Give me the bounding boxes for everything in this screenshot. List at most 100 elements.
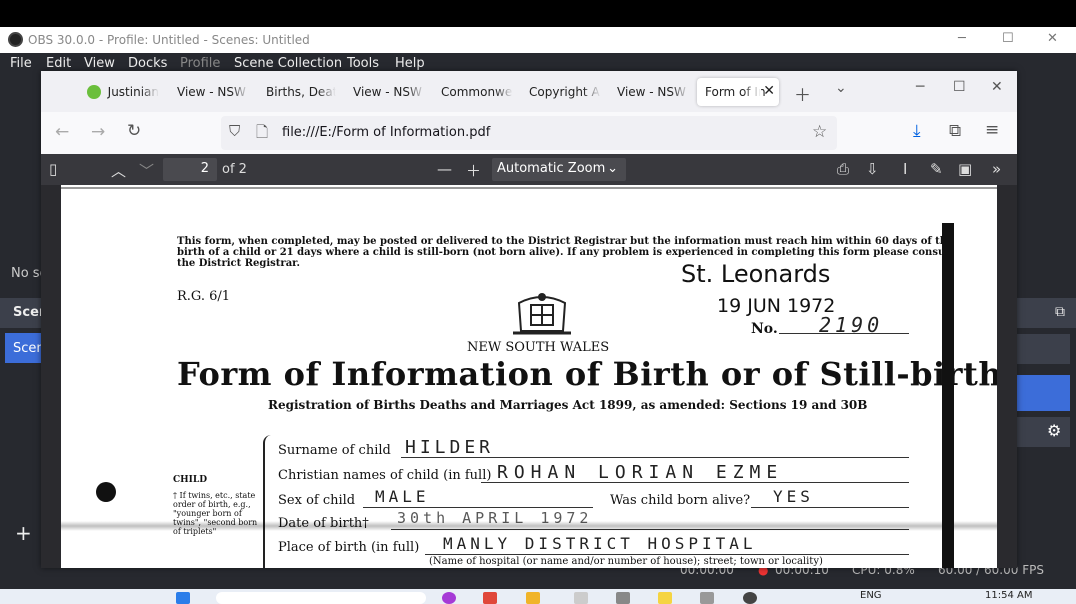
surname-label: Surname of child bbox=[278, 443, 391, 458]
start-icon[interactable] bbox=[176, 592, 190, 604]
clock[interactable]: 11:54 AM bbox=[985, 590, 1032, 601]
tools-menu-icon[interactable]: » bbox=[992, 160, 1001, 178]
app-icon[interactable] bbox=[442, 592, 456, 604]
registry-stamp-place: St. Leonards bbox=[681, 260, 831, 288]
app-icon[interactable] bbox=[658, 592, 672, 604]
notice-line: This form, when completed, may be posted… bbox=[177, 236, 954, 247]
surname-value: HILDER bbox=[405, 437, 495, 458]
pdf-toolbar: ▯ ︿ ﹀ 2 of 2 — ＋ Automatic Zoom ⌄ ⎙ ⇩ I … bbox=[41, 154, 1017, 185]
obs-window-title: OBS 30.0.0 - Profile: Untitled - Scenes:… bbox=[28, 33, 310, 47]
image-icon[interactable]: ▣ bbox=[958, 160, 972, 178]
bookmark-star-icon[interactable]: ☆ bbox=[812, 122, 827, 142]
previous-page-icon[interactable]: ︿ bbox=[111, 160, 126, 181]
play-icon bbox=[87, 85, 101, 99]
menu-docks[interactable]: Docks bbox=[128, 56, 167, 71]
maximize-icon[interactable]: ☐ bbox=[953, 79, 966, 95]
app-icon[interactable] bbox=[574, 592, 588, 604]
close-icon[interactable]: ✕ bbox=[1047, 31, 1058, 46]
side-label-child: CHILD bbox=[173, 475, 208, 485]
born-alive-value: YES bbox=[773, 487, 814, 506]
obs-taskbar-icon[interactable] bbox=[743, 592, 757, 604]
close-window-icon[interactable]: ✕ bbox=[991, 79, 1003, 95]
obs-titlebar: OBS 30.0.0 - Profile: Untitled - Scenes:… bbox=[0, 27, 1076, 53]
scan-fold bbox=[61, 521, 997, 531]
menu-icon[interactable]: ≡ bbox=[985, 120, 999, 140]
minimize-icon[interactable]: ─ bbox=[958, 31, 966, 46]
extensions-icon[interactable]: ⧉ bbox=[949, 121, 961, 141]
language-indicator[interactable]: ENG bbox=[860, 590, 882, 601]
scene-item[interactable]: Scen bbox=[5, 333, 45, 363]
app-icon[interactable] bbox=[483, 592, 497, 604]
zoom-select[interactable]: Automatic Zoom ⌄ bbox=[492, 158, 626, 181]
save-icon[interactable]: ⇩ bbox=[866, 160, 879, 178]
forward-icon[interactable]: → bbox=[91, 122, 105, 142]
tab-commonwealth[interactable]: Commonwe bbox=[441, 78, 513, 106]
print-icon[interactable]: ⎙ bbox=[837, 160, 849, 178]
menu-edit[interactable]: Edit bbox=[46, 56, 71, 71]
sex-value: MALE bbox=[375, 487, 430, 506]
form-title: Form of Information of Birth or of Still… bbox=[177, 355, 997, 393]
number-label: No. bbox=[751, 321, 778, 337]
dock-icon[interactable]: ⧉ bbox=[1055, 304, 1065, 320]
pdf-viewer[interactable]: This form, when completed, may be posted… bbox=[41, 185, 1017, 568]
next-page-icon[interactable]: ﹀ bbox=[139, 160, 154, 181]
born-alive-line bbox=[751, 507, 909, 508]
close-tab-icon[interactable]: ✕ bbox=[763, 83, 775, 99]
controls-header: ⧉ bbox=[1017, 298, 1076, 328]
firefox-window: Justinian View - NSW Births, Deat View -… bbox=[41, 71, 1017, 568]
place-of-birth-line bbox=[425, 554, 909, 555]
state-name: NEW SOUTH WALES bbox=[467, 340, 610, 355]
url-bar[interactable]: ⛉ 🗋 file:///E:/Form of Information.pdf ☆ bbox=[221, 116, 837, 150]
control-button-3[interactable] bbox=[1017, 417, 1041, 447]
menu-view[interactable]: View bbox=[84, 56, 115, 71]
menu-tools[interactable]: Tools bbox=[347, 56, 379, 71]
back-icon[interactable]: ← bbox=[55, 122, 69, 142]
add-scene-icon[interactable]: + bbox=[15, 521, 32, 545]
folder-icon[interactable] bbox=[526, 592, 540, 604]
zoom-in-icon[interactable]: ＋ bbox=[466, 160, 481, 181]
control-button-1[interactable] bbox=[1017, 334, 1070, 364]
menu-help[interactable]: Help bbox=[395, 56, 425, 71]
minimize-icon[interactable]: ─ bbox=[916, 79, 924, 95]
tab-births-deaths[interactable]: Births, Deat bbox=[266, 78, 336, 106]
scenes-header: Scen bbox=[0, 298, 48, 328]
file-icon: 🗋 bbox=[256, 123, 269, 141]
sex-line bbox=[363, 507, 593, 508]
tab-view-nsw-3[interactable]: View - NSW bbox=[617, 78, 689, 106]
taskbar: ENG 11:54 AM bbox=[0, 589, 1076, 604]
tab-copyright[interactable]: Copyright A bbox=[529, 78, 601, 106]
scan-edge bbox=[61, 187, 997, 193]
place-of-birth-value: MANLY DISTRICT HOSPITAL bbox=[443, 534, 757, 553]
search-box[interactable] bbox=[216, 592, 426, 604]
page-number-input[interactable]: 2 bbox=[163, 158, 217, 181]
list-tabs-icon[interactable]: ⌄ bbox=[835, 80, 847, 96]
new-tab-icon[interactable]: ＋ bbox=[794, 81, 811, 106]
app-icon[interactable] bbox=[616, 592, 630, 604]
app-icon[interactable] bbox=[700, 592, 714, 604]
tab-justinian[interactable]: Justinian bbox=[87, 78, 159, 106]
number-value: 2190 bbox=[819, 313, 884, 337]
tab-view-nsw-1[interactable]: View - NSW bbox=[177, 78, 249, 106]
menu-scene-collection[interactable]: Scene Collection bbox=[234, 56, 342, 71]
control-button-active[interactable] bbox=[1017, 375, 1070, 411]
download-icon[interactable]: ⤓ bbox=[913, 121, 921, 141]
place-of-birth-hint: (Name of hospital (or name and/or number… bbox=[429, 556, 823, 567]
page-total: of 2 bbox=[222, 162, 247, 177]
punch-hole bbox=[96, 482, 116, 502]
zoom-out-icon[interactable]: — bbox=[437, 160, 452, 178]
notice-line: birth of a child or 21 days where a chil… bbox=[177, 247, 954, 258]
text-tool-icon[interactable]: I bbox=[903, 160, 907, 178]
tab-strip: Justinian View - NSW Births, Deat View -… bbox=[41, 71, 1017, 112]
settings-button[interactable]: ⚙ bbox=[1041, 417, 1070, 447]
sidebar-toggle-icon[interactable]: ▯ bbox=[49, 160, 57, 178]
nav-bar: ← → ↻ ⛉ 🗋 file:///E:/Form of Information… bbox=[41, 112, 1017, 154]
tab-form-of-information[interactable]: Form of In ✕ bbox=[697, 78, 779, 106]
shield-icon[interactable]: ⛉ bbox=[229, 122, 240, 140]
reload-icon[interactable]: ↻ bbox=[127, 121, 141, 141]
draw-icon[interactable]: ✎ bbox=[930, 160, 943, 178]
screen-top-bar bbox=[0, 0, 1076, 27]
menu-file[interactable]: File bbox=[10, 56, 32, 71]
maximize-icon[interactable]: ☐ bbox=[1002, 31, 1014, 46]
menu-profile[interactable]: Profile bbox=[180, 56, 220, 71]
tab-view-nsw-2[interactable]: View - NSW bbox=[353, 78, 425, 106]
